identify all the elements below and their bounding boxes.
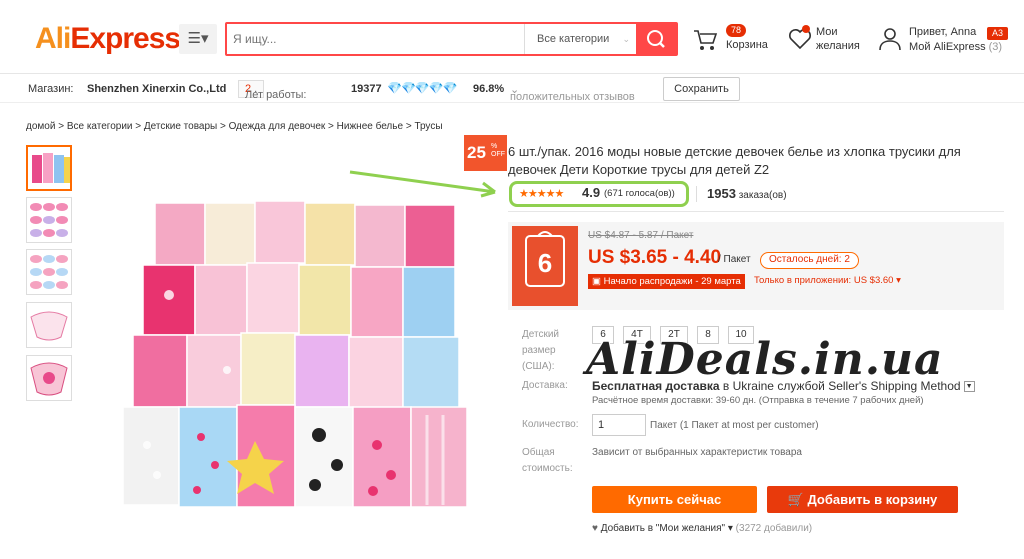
save-store-button[interactable]: Сохранить (663, 77, 740, 101)
cart-count-badge: 78 (726, 24, 747, 37)
wishlist-label-line2: желания (816, 40, 860, 52)
thumbnail-5[interactable] (26, 355, 72, 401)
store-score: 19377 (351, 83, 382, 95)
divider (696, 186, 697, 202)
buy-now-button[interactable]: Купить сейчас (592, 486, 757, 513)
store-years-badge: Лет работы: 2 . (238, 80, 306, 101)
my-aliexpress-label: Мой AliExpress (3) (909, 41, 1003, 53)
chevron-down-icon: ⌄ (622, 34, 630, 44)
add-to-cart-button[interactable]: 🛒 Добавить в корзину (767, 486, 958, 513)
shipping-time: Расчётное время доставки: 39-60 дн. (Отп… (592, 395, 924, 406)
wishlist-label-line1: Мои (816, 26, 838, 38)
sale-promo-badge: 6 (512, 226, 578, 306)
annotation-arrow (349, 170, 496, 198)
category-menu-button[interactable]: ☰▾ (179, 24, 217, 54)
svg-text:6: 6 (538, 248, 552, 278)
size-label: Детский размер (США): (522, 329, 560, 372)
store-name-link[interactable]: Shenzhen Xinerxin Co.,Ltd (87, 83, 226, 95)
discount-badge: 25 % OFF (464, 135, 507, 171)
cart-icon (694, 30, 718, 50)
quantity-input[interactable] (592, 414, 646, 436)
thumbnail-2[interactable] (26, 197, 72, 243)
search-button[interactable] (636, 24, 676, 54)
orders-count: 1953 заказа(ов) (707, 186, 787, 201)
top-header: AliExpress® ☰▾ Все категории ⌄ 78 Корзин… (0, 0, 1024, 74)
add-to-wishlist-link[interactable]: ♥ Добавить в "Мои желания" ▾ (3272 добав… (592, 523, 812, 534)
user-account-link[interactable]: Привет, Anna A3 Мой AliExpress (3) (877, 26, 1009, 57)
rating-stars-icon: ★★★★★ (519, 188, 564, 200)
logo-express-text: Express (70, 22, 181, 55)
product-title: 6 шт./упак. 2016 моды новые детские дево… (508, 144, 961, 177)
feedback-percent: 96.8% (473, 83, 505, 95)
store-bar: Магазин: Shenzhen Xinerxin Co.,Ltd Лет р… (0, 75, 1024, 103)
store-label: Магазин: (28, 83, 74, 95)
search-icon (647, 30, 665, 48)
app-price-link[interactable]: Только в приложении: US $3.60 ▾ (754, 275, 901, 286)
current-price: US $3.65 - 4.40 (588, 247, 722, 268)
search-input[interactable] (233, 30, 513, 48)
cart-label: Корзина (726, 39, 768, 51)
thumbnail-4[interactable] (26, 302, 72, 348)
watermark-text: AliDeals.in.ua (586, 334, 944, 385)
user-greeting: Привет, Anna (909, 26, 977, 38)
thumbnail-3[interactable] (26, 249, 72, 295)
total-value: Зависит от выбранных характеристик товар… (592, 447, 802, 458)
rating-votes: (671 голоса(ов)) (604, 188, 675, 199)
divider (508, 211, 1004, 212)
diamond-rank-icon: 💎💎💎💎💎 (387, 81, 458, 95)
rating-box[interactable]: ★★★★★ 4.9 (671 голоса(ов)) (509, 181, 689, 207)
thumbnail-1[interactable] (26, 145, 72, 191)
sale-start-tag: ▣ Начало распродажи - 29 марта (588, 274, 745, 289)
discount-pct-off: % OFF (491, 143, 505, 158)
calendar-icon: ▣ (592, 276, 604, 287)
logo-ali-text: Ali (35, 22, 71, 55)
heart-icon: ♥ (592, 523, 598, 534)
cart-link[interactable]: 78 Корзина (692, 24, 768, 57)
old-price: US $4.87 - 5.87 / Пакет (588, 230, 694, 241)
feedback-label[interactable]: положительных отзывов ⌄ (510, 83, 635, 103)
user-icon (879, 28, 901, 51)
rating-value: 4.9 (582, 185, 601, 200)
hamburger-icon: ☰▾ (187, 30, 209, 47)
wishlist-link[interactable]: Мои желания (788, 25, 860, 55)
quantity-label: Количество: (522, 419, 579, 430)
cart-icon: 🛒 (787, 492, 804, 507)
main-product-image[interactable] (87, 145, 507, 554)
discount-value: 25 (467, 143, 486, 162)
quantity-unit: Пакет (1 Пакет at most per customer) (650, 420, 819, 431)
user-level-badge: A3 (987, 27, 1009, 40)
dropdown-icon: ▼ (963, 381, 975, 393)
price-unit: / Пакет (718, 254, 751, 265)
wishlist-dot-badge (802, 25, 810, 33)
search-category-select[interactable]: Все категории ⌄ (524, 24, 638, 54)
days-left-badge: Осталось дней: 2 (760, 252, 859, 269)
breadcrumb[interactable]: домой > Все категории > Детские товары >… (26, 121, 443, 132)
price-box: 6 US $4.87 - 5.87 / Пакет US $3.65 - 4.4… (508, 222, 1004, 310)
aliexpress-logo[interactable]: AliExpress® (35, 22, 190, 56)
search-bar: Все категории ⌄ (225, 22, 678, 56)
shipping-label: Доставка: (522, 380, 568, 391)
total-label: Общая стоимость: (522, 447, 573, 474)
search-category-label: Все категории (537, 33, 610, 45)
